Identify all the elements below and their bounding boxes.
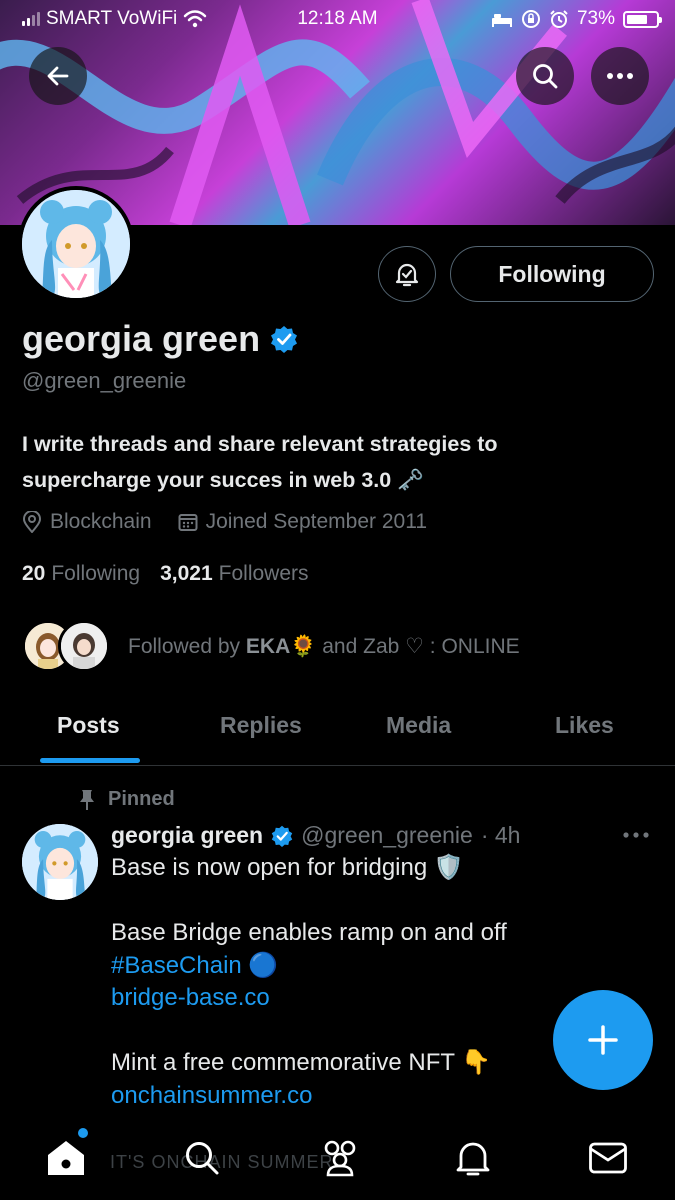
status-right: 73% <box>491 8 662 30</box>
tab-likes[interactable]: Likes <box>555 712 614 739</box>
tweet-avatar[interactable] <box>22 824 98 900</box>
nav-notifications[interactable] <box>451 1136 495 1180</box>
alarm-icon <box>550 10 568 28</box>
bio-line-2: supercharge your succes in web 3.0 🗝️ <box>22 468 424 492</box>
verified-badge-icon <box>271 825 293 847</box>
battery-icon <box>623 10 662 28</box>
tab-posts[interactable]: Posts <box>57 712 120 739</box>
follower-avatar-2 <box>58 620 110 672</box>
home-unread-dot <box>78 1128 88 1138</box>
followed-by-name: EKA🌻 <box>245 634 317 658</box>
calendar-icon <box>178 514 198 531</box>
tweet-link-2[interactable]: onchainsummer.co <box>111 1080 631 1113</box>
pin-icon <box>80 789 94 810</box>
status-bar: SMART VoWiFi 12:18 AM 73% <box>0 0 675 38</box>
joined-text: Joined September 2011 <box>205 510 427 533</box>
compose-button[interactable] <box>553 990 653 1090</box>
battery-fill <box>627 14 648 24</box>
nav-communities[interactable] <box>318 1136 362 1180</box>
tweet-line-3: Mint a free commemorative NFT 👇 <box>111 1049 492 1076</box>
battery-percent: 73% <box>576 8 615 29</box>
tweet-body[interactable]: Base is now open for bridging 🛡️ Base Br… <box>111 852 631 1112</box>
communities-icon <box>324 1140 356 1177</box>
profile-meta: Blockchain Joined September 2011 <box>22 510 427 534</box>
location: Blockchain <box>22 510 152 534</box>
following-button[interactable]: Following <box>450 246 654 302</box>
notifications-icon <box>456 1142 490 1176</box>
profile-handle: @green_greenie <box>22 368 187 393</box>
active-tab-indicator <box>40 758 140 763</box>
tweet-header: georgia green @green_greenie · 4h <box>111 822 520 849</box>
followed-by[interactable]: Followed by EKA🌻 and Zab ♡ : ONLINE <box>22 618 520 674</box>
profile-stats: 20 Following 3,021 Followers <box>22 562 309 586</box>
nav-home[interactable] <box>44 1136 88 1180</box>
avatar-illustration <box>22 190 130 298</box>
more-button[interactable] <box>591 47 649 105</box>
location-text: Blockchain <box>50 510 152 533</box>
followed-by-suffix: and Zab ♡ : ONLINE <box>322 634 520 658</box>
home-icon <box>48 1141 84 1175</box>
back-arrow-icon <box>47 66 69 86</box>
profile-name: georgia green <box>22 318 298 360</box>
profile-name-text: georgia green <box>22 318 261 359</box>
following-stat[interactable]: 20 Following <box>22 562 140 586</box>
tweet-more-button[interactable] <box>622 826 650 844</box>
rotation-lock-icon <box>521 10 540 28</box>
followed-by-prefix: Followed by <box>128 634 241 658</box>
more-icon <box>623 832 649 838</box>
location-pin-icon <box>22 511 42 533</box>
tab-media[interactable]: Media <box>386 712 451 739</box>
profile-bio: I write threads and share relevant strat… <box>22 426 642 498</box>
bottom-nav: IT'S ONCHAIN SUMMER <box>0 1110 675 1200</box>
following-label: Following <box>51 562 141 585</box>
tweet-link-1[interactable]: bridge-base.co <box>111 982 631 1015</box>
tweet-avatar-illustration <box>22 824 98 900</box>
search-icon <box>533 64 558 89</box>
bell-check-icon <box>395 263 419 287</box>
back-button[interactable] <box>29 47 87 105</box>
search-button[interactable] <box>516 47 574 105</box>
bio-line-1: I write threads and share relevant strat… <box>22 432 498 456</box>
tweet-author-name[interactable]: georgia green <box>111 822 263 849</box>
profile-tabs: Posts Replies Media Likes <box>0 696 675 766</box>
following-count: 20 <box>22 562 46 585</box>
plus-icon <box>588 1025 618 1055</box>
pinned-text: Pinned <box>108 788 175 810</box>
verified-badge-icon[interactable] <box>270 325 298 353</box>
search-icon <box>186 1142 219 1175</box>
nav-messages[interactable] <box>586 1136 630 1180</box>
followers-label: Followers <box>218 562 309 585</box>
tweet-line-1: Base is now open for bridging 🛡️ <box>111 854 464 881</box>
nav-search[interactable] <box>180 1136 224 1180</box>
tweet-hashtag[interactable]: #BaseChain 🔵 <box>111 950 631 983</box>
pinned-label: Pinned <box>78 788 175 811</box>
more-icon <box>607 73 633 79</box>
tweet-line-2: Base Bridge enables ramp on and off <box>111 919 507 946</box>
messages-icon <box>589 1142 627 1174</box>
joined-date: Joined September 2011 <box>178 510 427 534</box>
follower-avatar-2-illustration <box>61 623 107 669</box>
followers-stat[interactable]: 3,021 Followers <box>160 562 308 586</box>
notifications-toggle-button[interactable] <box>378 246 436 302</box>
tweet-author-handle: @green_greenie <box>301 822 473 848</box>
followed-by-text: Followed by EKA🌻 and Zab ♡ : ONLINE <box>128 634 520 659</box>
followers-count: 3,021 <box>160 562 213 585</box>
bed-icon <box>491 14 512 27</box>
profile-avatar[interactable] <box>18 186 134 302</box>
tweet-time: · 4h <box>480 822 521 848</box>
tab-replies[interactable]: Replies <box>220 712 302 739</box>
